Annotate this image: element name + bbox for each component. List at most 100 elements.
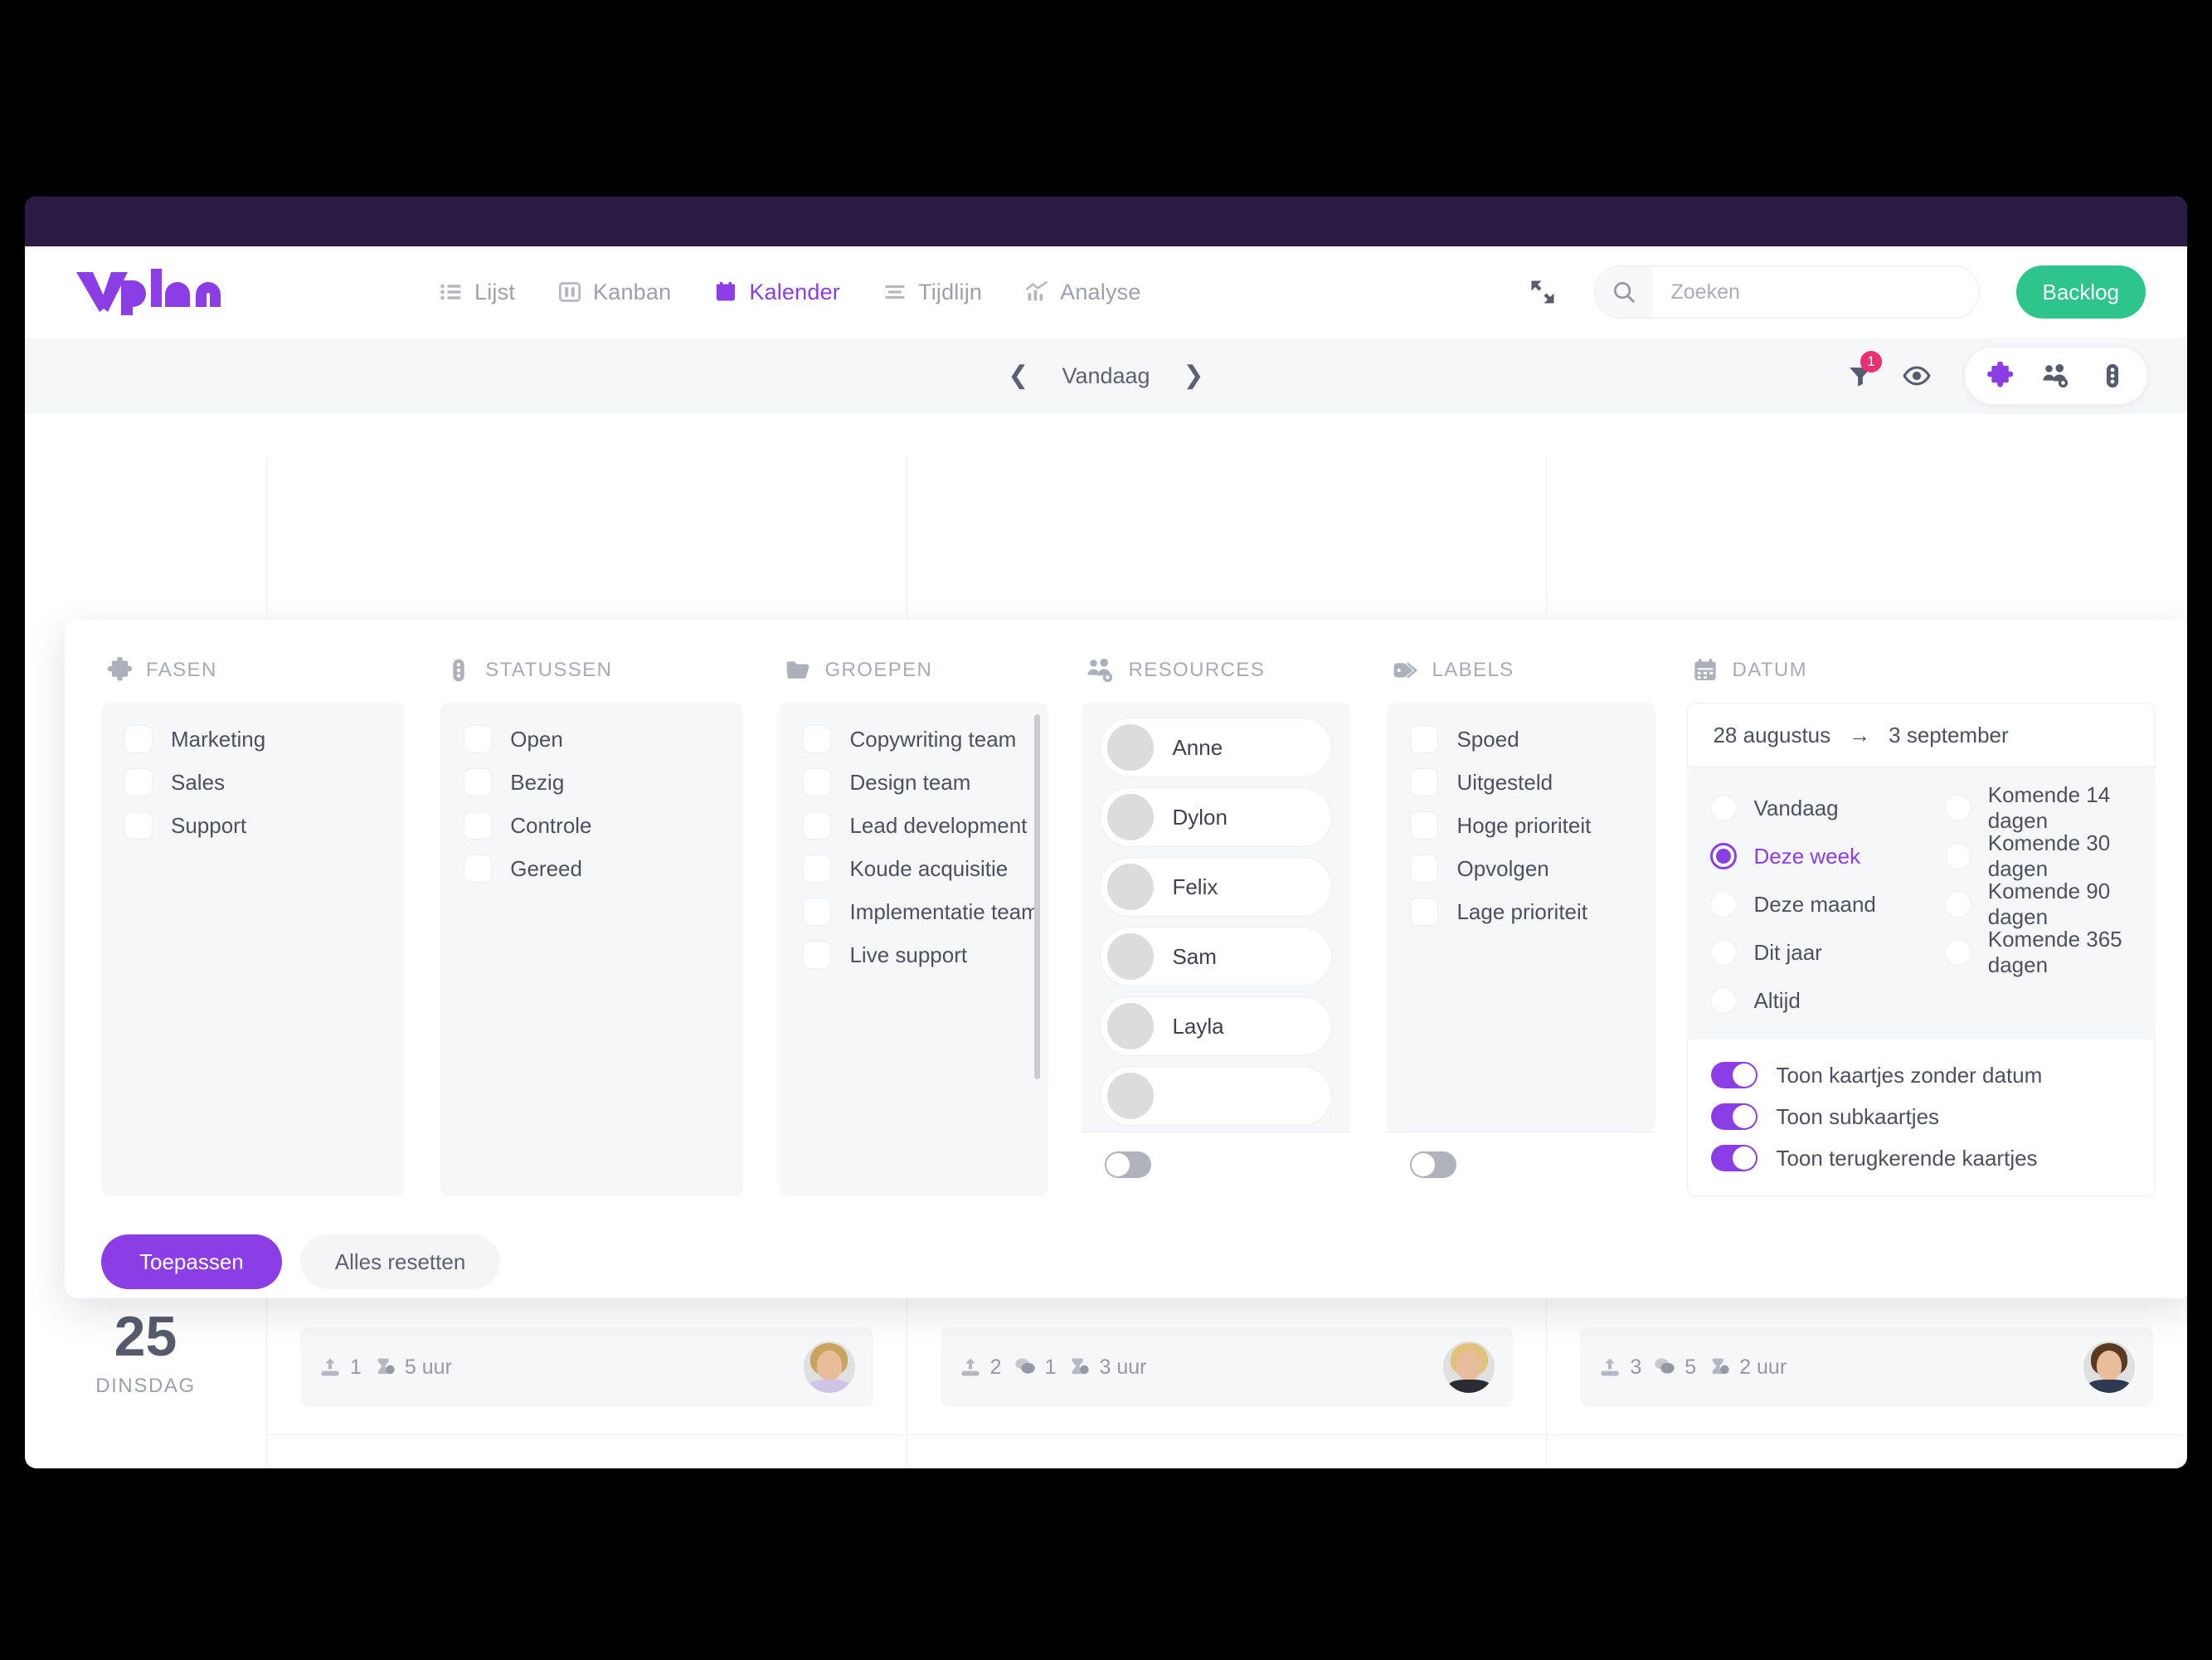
checkbox[interactable] bbox=[124, 811, 153, 840]
resource-name: Felix bbox=[1172, 874, 1218, 899]
apply-button[interactable]: Toepassen bbox=[101, 1234, 282, 1289]
checkbox[interactable] bbox=[464, 725, 493, 753]
date-preset-deze-maand[interactable]: Deze maand bbox=[1687, 880, 1921, 928]
scrollbar[interactable] bbox=[1034, 714, 1041, 1079]
filter-option-open[interactable]: Open bbox=[440, 718, 743, 761]
resource-item-dylon[interactable]: Dylon bbox=[1100, 787, 1333, 847]
date-range-display[interactable]: 28 augustus → 3 september bbox=[1687, 703, 2156, 767]
resource-item-anne[interactable]: Anne bbox=[1100, 718, 1333, 777]
search-input[interactable] bbox=[1652, 266, 1979, 318]
checkbox[interactable] bbox=[1410, 811, 1439, 840]
filter-option-lead-development[interactable]: Lead development bbox=[780, 804, 1048, 847]
visibility-button[interactable] bbox=[1889, 348, 1945, 404]
filter-actions: Toepassen Alles resetten bbox=[101, 1234, 2156, 1289]
window-titlebar bbox=[25, 197, 2187, 246]
checkbox[interactable] bbox=[803, 811, 832, 840]
filter-option-uitgesteld[interactable]: Uitgesteld bbox=[1387, 761, 1655, 804]
date-preset-dit-jaar[interactable]: Dit jaar bbox=[1687, 928, 1921, 976]
resource-item-partial[interactable] bbox=[1100, 1066, 1333, 1126]
checkbox[interactable] bbox=[464, 811, 493, 840]
nav-item-tijdlijn[interactable]: Tijdlijn bbox=[883, 280, 982, 305]
filter-option-hoge-prioriteit[interactable]: Hoge prioriteit bbox=[1387, 804, 1655, 847]
mini-card[interactable]: 1 5 uur bbox=[300, 1327, 873, 1407]
filter-option-controle[interactable]: Controle bbox=[440, 804, 743, 847]
date-preset-komende-90-dagen[interactable]: Komende 90 dagen bbox=[1922, 879, 2156, 929]
toggle-subkaartjes[interactable] bbox=[1711, 1103, 1758, 1130]
filter-option-design-team[interactable]: Design team bbox=[780, 761, 1048, 804]
checkbox[interactable] bbox=[803, 725, 832, 753]
reset-button[interactable]: Alles resetten bbox=[299, 1234, 501, 1289]
resource-name: Sam bbox=[1172, 943, 1217, 969]
nav-item-lijst[interactable]: Lijst bbox=[440, 280, 515, 305]
radio[interactable] bbox=[1710, 987, 1738, 1014]
resource-item-sam[interactable]: Sam bbox=[1100, 927, 1333, 986]
search-box[interactable] bbox=[1593, 265, 1980, 319]
date-preset-deze-week[interactable]: Deze week bbox=[1687, 832, 1921, 880]
checkbox[interactable] bbox=[1410, 725, 1439, 753]
filter-option-live-support[interactable]: Live support bbox=[780, 933, 1048, 976]
radio[interactable] bbox=[1944, 795, 1971, 821]
labels-toggle[interactable] bbox=[1410, 1151, 1457, 1178]
checkbox[interactable] bbox=[464, 768, 493, 796]
checkbox[interactable] bbox=[803, 898, 832, 926]
checkbox[interactable] bbox=[464, 854, 493, 883]
chevron-left-icon[interactable]: ❮ bbox=[1008, 363, 1028, 388]
checkbox[interactable] bbox=[124, 768, 153, 796]
date-preset-komende-30-dagen[interactable]: Komende 30 dagen bbox=[1922, 830, 2156, 881]
vplan-logo[interactable] bbox=[75, 269, 224, 315]
toggle-kaartjes-zonder-datum[interactable] bbox=[1711, 1062, 1758, 1088]
checkbox[interactable] bbox=[1410, 854, 1439, 883]
resources-toggle[interactable] bbox=[1105, 1151, 1152, 1178]
checkbox[interactable] bbox=[803, 941, 832, 969]
checkbox[interactable] bbox=[803, 768, 832, 796]
resource-item-layla[interactable]: Layla bbox=[1100, 996, 1333, 1056]
mini-card[interactable]: 2 1 3 uur bbox=[940, 1327, 1514, 1407]
filter-button[interactable]: 1 bbox=[1832, 348, 1889, 404]
checkbox[interactable] bbox=[1410, 768, 1439, 796]
checkbox[interactable] bbox=[1410, 898, 1439, 926]
toggle-row-terugkerende-kaartjes[interactable]: Toon terugkerende kaartjes bbox=[1688, 1137, 2155, 1179]
date-preset-komende-14-dagen[interactable]: Komende 14 dagen bbox=[1922, 782, 2156, 833]
toggle-row-subkaartjes[interactable]: Toon subkaartjes bbox=[1688, 1096, 2155, 1137]
checkbox[interactable] bbox=[803, 854, 832, 883]
expand-icon[interactable] bbox=[1528, 277, 1558, 307]
chevron-right-icon[interactable]: ❯ bbox=[1184, 363, 1204, 388]
filter-option-sales[interactable]: Sales bbox=[101, 761, 404, 804]
filter-option-lage-prioriteit[interactable]: Lage prioriteit bbox=[1387, 890, 1655, 933]
filter-option-marketing[interactable]: Marketing bbox=[101, 718, 404, 761]
statussen-button[interactable] bbox=[2084, 348, 2141, 404]
date-preset-spacer bbox=[1922, 976, 2156, 1025]
resources-button[interactable] bbox=[2028, 348, 2084, 404]
filter-option-opvolgen[interactable]: Opvolgen bbox=[1387, 847, 1655, 890]
filter-option-implementatie-team[interactable]: Implementatie team bbox=[780, 890, 1048, 933]
nav-item-kalender[interactable]: Kalender bbox=[714, 280, 840, 305]
filter-option-bezig[interactable]: Bezig bbox=[440, 761, 743, 804]
radio[interactable] bbox=[1944, 843, 1971, 869]
radio[interactable] bbox=[1710, 795, 1738, 821]
fasen-button[interactable] bbox=[1971, 348, 2028, 404]
radio[interactable] bbox=[1710, 891, 1738, 918]
date-preset-vandaag[interactable]: Vandaag bbox=[1687, 784, 1921, 832]
comment-icon bbox=[1655, 1358, 1675, 1374]
filter-option-spoed[interactable]: Spoed bbox=[1387, 718, 1655, 761]
today-label[interactable]: Vandaag bbox=[1062, 363, 1150, 389]
filter-option-support[interactable]: Support bbox=[101, 804, 404, 847]
radio[interactable] bbox=[1944, 891, 1971, 918]
toggle-row-kaartjes-zonder-datum[interactable]: Toon kaartjes zonder datum bbox=[1688, 1054, 2155, 1096]
radio[interactable] bbox=[1944, 939, 1971, 966]
mini-card[interactable]: 3 5 2 uur bbox=[1580, 1327, 2154, 1407]
filter-option-copywriting-team[interactable]: Copywriting team bbox=[780, 718, 1048, 761]
backlog-button[interactable]: Backlog bbox=[2015, 265, 2146, 319]
radio[interactable] bbox=[1710, 843, 1738, 869]
nav-item-kanban[interactable]: Kanban bbox=[558, 280, 671, 305]
filter-option-koude-acquisitie[interactable]: Koude acquisitie bbox=[780, 847, 1048, 890]
checkbox[interactable] bbox=[124, 725, 153, 753]
date-preset-komende-365-dagen[interactable]: Komende 365 dagen bbox=[1922, 927, 2156, 977]
option-label: Gereed bbox=[510, 855, 582, 881]
date-preset-altijd[interactable]: Altijd bbox=[1687, 976, 1921, 1025]
nav-item-analyse[interactable]: Analyse bbox=[1025, 280, 1140, 305]
radio[interactable] bbox=[1710, 939, 1738, 966]
filter-option-gereed[interactable]: Gereed bbox=[440, 847, 743, 890]
resource-item-felix[interactable]: Felix bbox=[1100, 857, 1333, 917]
toggle-terugkerende-kaartjes[interactable] bbox=[1711, 1145, 1758, 1171]
